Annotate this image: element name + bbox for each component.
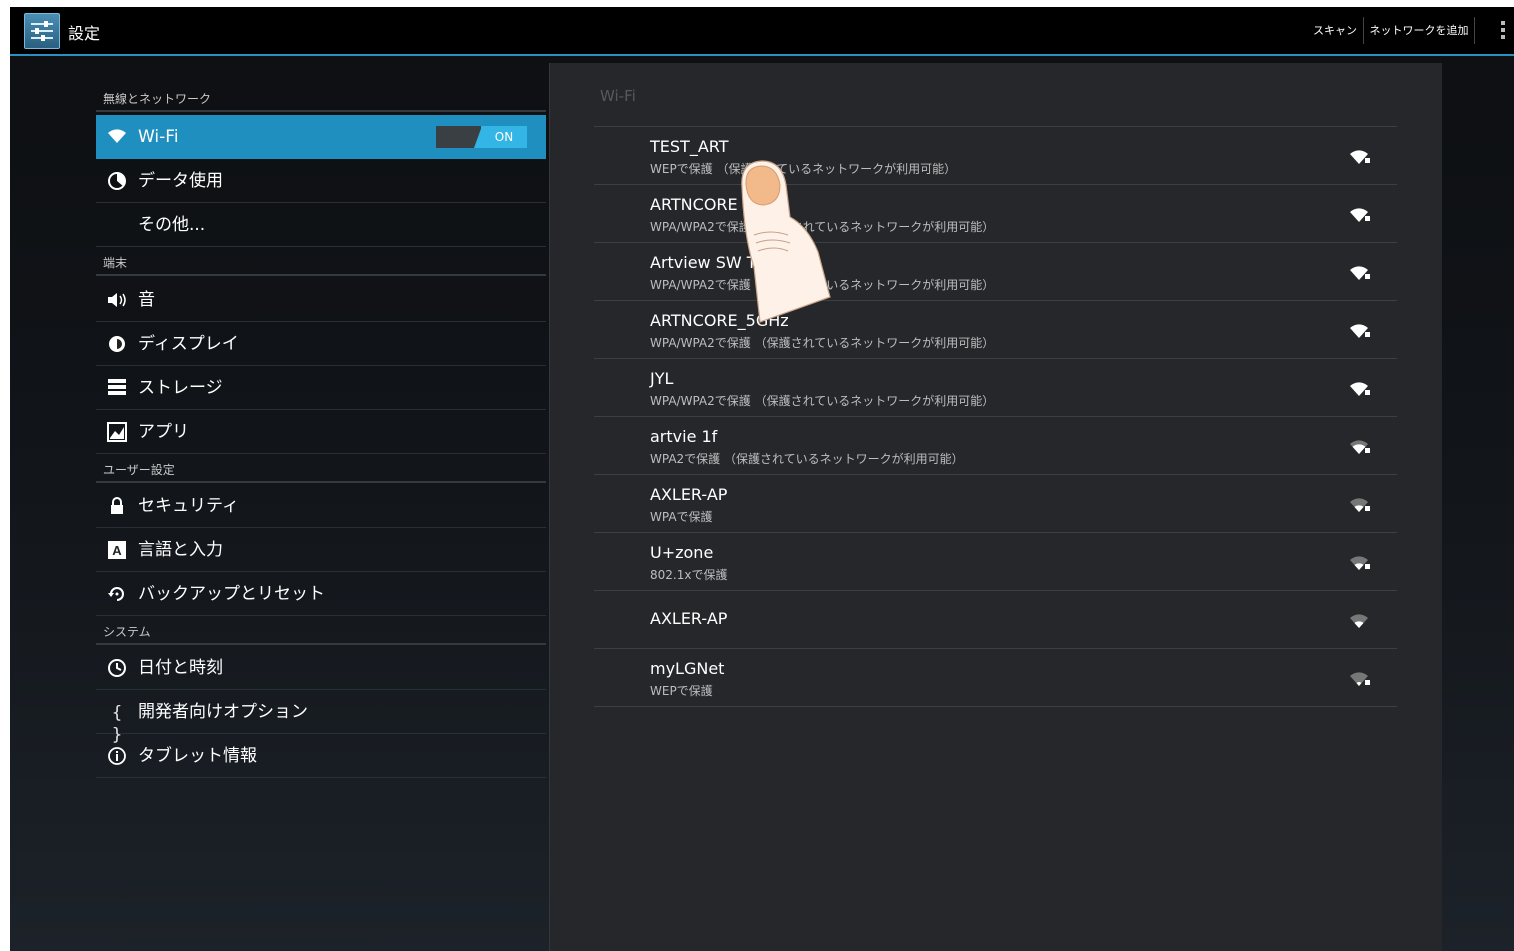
- wifi-signal-icon: [1350, 498, 1370, 512]
- network-security: WPA/WPA2で保護 （保護されているネットワークが利用可能）: [650, 336, 995, 350]
- wifi-network-row[interactable]: TEST_ART WEPで保護 （保護されているネットワークが利用可能）: [594, 127, 1397, 185]
- network-security: WPA2で保護 （保護されているネットワークが利用可能）: [650, 452, 964, 466]
- wifi-signal-icon: [1350, 208, 1370, 222]
- wifi-network-row[interactable]: ARTNCORE WPA/WPA2で保護 （保護されているネットワークが利用可能…: [594, 185, 1397, 243]
- add-network-button[interactable]: ネットワークを追加: [1366, 7, 1472, 54]
- sidebar-item-label: 音: [138, 290, 155, 310]
- sidebar-item-label: データ使用: [138, 171, 223, 191]
- wifi-signal-icon: [1350, 266, 1370, 280]
- sidebar-item-label: 日付と時刻: [138, 658, 223, 678]
- divider: [1474, 17, 1475, 44]
- wifi-signal-icon: [1350, 382, 1370, 396]
- sidebar-item-security[interactable]: セキュリティ: [96, 484, 546, 528]
- braces-icon: { }: [111, 703, 123, 745]
- category-device: 端末: [96, 254, 546, 276]
- sidebar-item-data-usage[interactable]: データ使用: [96, 159, 546, 203]
- sidebar-item-label: バックアップとリセット: [138, 584, 325, 604]
- sidebar-item-more[interactable]: その他...: [96, 203, 546, 247]
- wifi-signal-icon: [1350, 556, 1370, 570]
- sidebar-item-label: ディスプレイ: [138, 334, 239, 354]
- keyboard-icon: A: [106, 540, 128, 562]
- network-security: WPAで保護: [650, 510, 713, 524]
- sidebar-item-display[interactable]: ディスプレイ: [96, 322, 546, 366]
- wifi-signal-icon: [1350, 150, 1370, 164]
- sidebar-item-backup-reset[interactable]: バックアップとリセット: [96, 572, 546, 616]
- wifi-network-row[interactable]: ARTNCORE_5GHz WPA/WPA2で保護 （保護されているネットワーク…: [594, 301, 1397, 359]
- sidebar-item-apps[interactable]: アプリ: [96, 410, 546, 454]
- brightness-icon: [106, 334, 128, 356]
- network-ssid: artvie 1f: [650, 427, 718, 446]
- sidebar-item-label: ストレージ: [138, 378, 223, 398]
- network-ssid: myLGNet: [650, 659, 725, 678]
- page-title: 設定: [68, 24, 101, 43]
- wifi-network-row[interactable]: AXLER-AP WPAで保護: [594, 475, 1397, 533]
- sidebar-item-label: 言語と入力: [138, 540, 223, 560]
- sidebar-item-language-input[interactable]: A 言語と入力: [96, 528, 546, 572]
- toggle-state-label: ON: [481, 126, 527, 148]
- network-security: WPA/WPA2で保護 （保護されているネットワークが利用可能）: [650, 394, 995, 408]
- lock-icon: [106, 496, 128, 518]
- network-ssid: TEST_ART: [650, 137, 729, 156]
- tablet-screen: 設定 スキャン ネットワークを追加 無線とネットワーク Wi-Fi ON データ…: [10, 7, 1514, 951]
- backup-icon: [106, 584, 128, 606]
- clock-icon: [106, 658, 128, 680]
- settings-app-icon[interactable]: [24, 13, 60, 49]
- sidebar-item-label: タブレット情報: [138, 746, 257, 766]
- wifi-network-row[interactable]: myLGNet WEPで保護: [594, 649, 1397, 707]
- wifi-network-row[interactable]: U+zone 802.1xで保護: [594, 533, 1397, 591]
- data-usage-icon: [106, 171, 128, 193]
- sidebar-item-label: アプリ: [138, 422, 189, 442]
- wifi-signal-icon: [1350, 672, 1370, 686]
- wifi-network-row[interactable]: artvie 1f WPA2で保護 （保護されているネットワークが利用可能）: [594, 417, 1397, 475]
- svg-text:A: A: [112, 543, 122, 558]
- sidebar-item-sound[interactable]: 音: [96, 278, 546, 322]
- info-icon: [106, 746, 128, 768]
- sidebar-item-label: セキュリティ: [138, 496, 239, 516]
- divider: [1363, 17, 1364, 44]
- wifi-network-row[interactable]: JYL WPA/WPA2で保護 （保護されているネットワークが利用可能）: [594, 359, 1397, 417]
- pane-title: Wi-Fi: [600, 87, 636, 105]
- network-security: WEPで保護: [650, 684, 713, 698]
- sidebar-item-label: その他...: [138, 215, 206, 235]
- settings-headers-list: 無線とネットワーク Wi-Fi ON データ使用 その他... 端末 音 ディス…: [96, 63, 546, 951]
- wifi-network-row[interactable]: Artview SW T WPA/WPA2で保護 （保護されているネットワークが…: [594, 243, 1397, 301]
- wifi-signal-icon: [1350, 324, 1370, 338]
- wifi-signal-icon: [1350, 440, 1370, 454]
- action-bar: 設定 スキャン ネットワークを追加: [10, 7, 1514, 56]
- network-ssid: JYL: [650, 369, 674, 388]
- wifi-toggle[interactable]: ON: [436, 126, 527, 148]
- network-ssid: AXLER-AP: [650, 609, 728, 628]
- wifi-icon: [106, 127, 128, 149]
- sidebar-item-storage[interactable]: ストレージ: [96, 366, 546, 410]
- sidebar-item-date-time[interactable]: 日付と時刻: [96, 646, 546, 690]
- sidebar-item-wifi[interactable]: Wi-Fi ON: [96, 115, 546, 159]
- sidebar-item-developer-options[interactable]: { } 開発者向けオプション: [96, 690, 546, 745]
- wifi-settings-pane: Wi-Fi TEST_ART WEPで保護 （保護されているネットワークが利用可…: [549, 63, 1442, 951]
- network-ssid: AXLER-AP: [650, 485, 728, 504]
- category-wireless-networks: 無線とネットワーク: [96, 90, 546, 112]
- apps-icon: [106, 422, 128, 444]
- speaker-icon: [106, 290, 128, 312]
- sidebar-item-about-tablet[interactable]: タブレット情報: [96, 734, 546, 778]
- category-user-settings: ユーザー設定: [96, 461, 546, 483]
- sidebar-item-label: 開発者向けオプション: [138, 702, 308, 722]
- wifi-signal-icon: [1350, 614, 1368, 628]
- network-ssid: U+zone: [650, 543, 714, 562]
- network-security: 802.1xで保護: [650, 568, 728, 582]
- sidebar-item-label: Wi-Fi: [138, 127, 179, 147]
- storage-icon: [106, 378, 128, 400]
- overflow-menu-icon[interactable]: [1496, 21, 1510, 43]
- category-system: システム: [96, 623, 546, 645]
- touch-finger-overlay: [741, 160, 831, 323]
- wifi-network-row[interactable]: AXLER-AP: [594, 591, 1397, 649]
- scan-button[interactable]: スキャン: [1306, 7, 1364, 54]
- network-ssid: ARTNCORE: [650, 195, 738, 214]
